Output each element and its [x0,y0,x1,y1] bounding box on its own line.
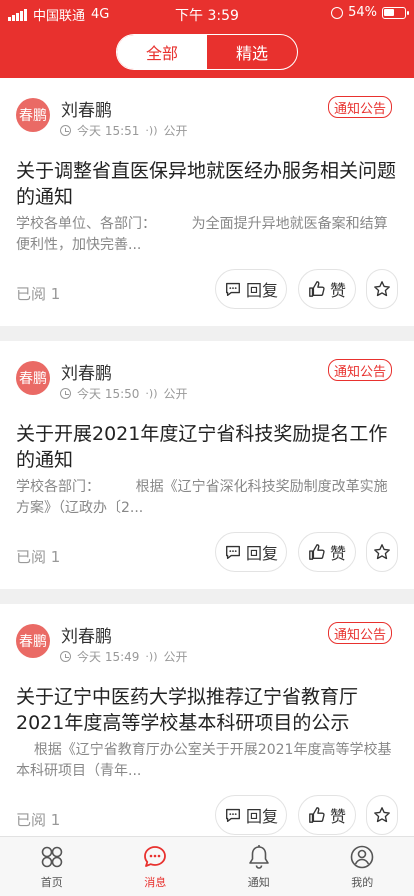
broadcast-icon: ·)) [145,650,158,663]
read-count: 已阅 1 [16,811,61,829]
tab-notifications-label: 通知 [247,876,270,889]
avatar[interactable]: 春鹏 [16,361,50,395]
star-icon [374,544,390,560]
battery-fill [384,8,395,16]
tab-notifications[interactable]: 通知 [207,837,311,896]
tab-home[interactable]: 首页 [0,837,104,896]
tab-profile[interactable]: 我的 [311,837,414,896]
like-label: 赞 [329,807,346,826]
read-count: 已阅 1 [16,285,61,303]
post-meta: 今天 15:50 ·)) 公开 [60,385,188,402]
alarm-icon [331,6,344,19]
broadcast-icon: ·)) [145,124,158,137]
home-grid-icon [41,846,63,868]
thumbs-up-icon [309,281,325,297]
post-meta: 今天 15:49 ·)) 公开 [60,648,188,665]
post-card[interactable]: 春鹏 刘春鹏 今天 15:50 ·)) 公开 通知公告 关于开展2021年度辽宁… [0,341,414,589]
post-card[interactable]: 春鹏 刘春鹏 今天 15:51 ·)) 公开 通知公告 关于调整省直医保异地就医… [0,78,414,326]
reply-button[interactable]: 回复 [215,269,287,309]
user-icon [350,845,374,869]
author-name[interactable]: 刘春鹏 [61,622,112,647]
battery-percent: 54% [348,5,377,20]
feed-filter-segmented: 全部 精选 [116,34,298,70]
post-visibility: 公开 [163,124,188,138]
status-bar: 中国联通 4G 下午 3:59 54% [0,0,414,26]
reply-label: 回复 [245,807,278,826]
like-button[interactable]: 赞 [298,269,356,309]
post-title[interactable]: 关于调整省直医保异地就医经办服务相关问题的通知 [16,158,402,210]
favorite-button[interactable] [366,795,398,835]
post-time: 今天 15:50 [77,387,140,401]
post-excerpt: 根据《辽宁省教育厅办公室关于开展2021年度高等学校基本科研项目（青年... [16,742,392,779]
tab-home-label: 首页 [40,876,63,889]
comment-icon [226,545,240,559]
clock-icon [60,125,71,136]
reply-label: 回复 [245,281,278,300]
message-bubble-icon [144,846,167,867]
post-title[interactable]: 关于开展2021年度辽宁省科技奖励提名工作的通知 [16,421,402,473]
author-name[interactable]: 刘春鹏 [61,359,112,384]
post-visibility: 公开 [163,650,188,664]
bottom-tab-bar: 首页 消息 通知 我的 [0,836,414,896]
like-button[interactable]: 赞 [298,795,356,835]
reply-button[interactable]: 回复 [215,532,287,572]
category-badge: 通知公告 [327,359,392,381]
comment-icon [226,808,240,822]
post-excerpt: 学校各部门： 根据《辽宁省深化科技奖励制度改革实施方案》（辽政办〔2... [16,479,388,516]
avatar[interactable]: 春鹏 [16,98,50,132]
clock-icon [60,651,71,662]
like-button[interactable]: 赞 [298,532,356,572]
read-count: 已阅 1 [16,548,61,566]
star-icon [374,807,390,823]
post-card[interactable]: 春鹏 刘春鹏 今天 15:49 ·)) 公开 通知公告 关于辽宁中医药大学拟推荐… [0,604,414,852]
star-icon [374,281,390,297]
battery-icon [382,6,409,19]
category-badge: 通知公告 [327,96,392,118]
tab-featured[interactable]: 精选 [207,35,297,69]
tab-messages-label: 消息 [144,876,167,889]
post-time: 今天 15:49 [77,650,140,664]
author-name[interactable]: 刘春鹏 [61,96,112,121]
clock-icon [60,388,71,399]
like-label: 赞 [329,281,346,300]
post-excerpt: 学校各单位、各部门： 为全面提升异地就医备案和结算便利性，加快完善... [16,216,388,253]
category-badge: 通知公告 [327,622,392,644]
favorite-button[interactable] [366,532,398,572]
post-title[interactable]: 关于辽宁中医药大学拟推荐辽宁省教育厅2021年度高等学校基本科研项目的公示 [16,684,402,736]
tab-messages[interactable]: 消息 [104,837,208,896]
post-time: 今天 15:51 [77,124,140,138]
reply-button[interactable]: 回复 [215,795,287,835]
post-meta: 今天 15:51 ·)) 公开 [60,122,188,139]
comment-icon [226,282,240,296]
like-label: 赞 [329,544,346,563]
status-right: 54% [331,5,409,20]
tab-all[interactable]: 全部 [117,35,207,69]
post-visibility: 公开 [163,387,188,401]
thumbs-up-icon [309,807,325,823]
broadcast-icon: ·)) [145,387,158,400]
thumbs-up-icon [309,544,325,560]
avatar[interactable]: 春鹏 [16,624,50,658]
tab-profile-label: 我的 [351,876,374,889]
favorite-button[interactable] [366,269,398,309]
bell-icon [248,845,269,869]
reply-label: 回复 [245,544,278,563]
top-header: 中国联通 4G 下午 3:59 54% 全部 精选 [0,0,414,78]
